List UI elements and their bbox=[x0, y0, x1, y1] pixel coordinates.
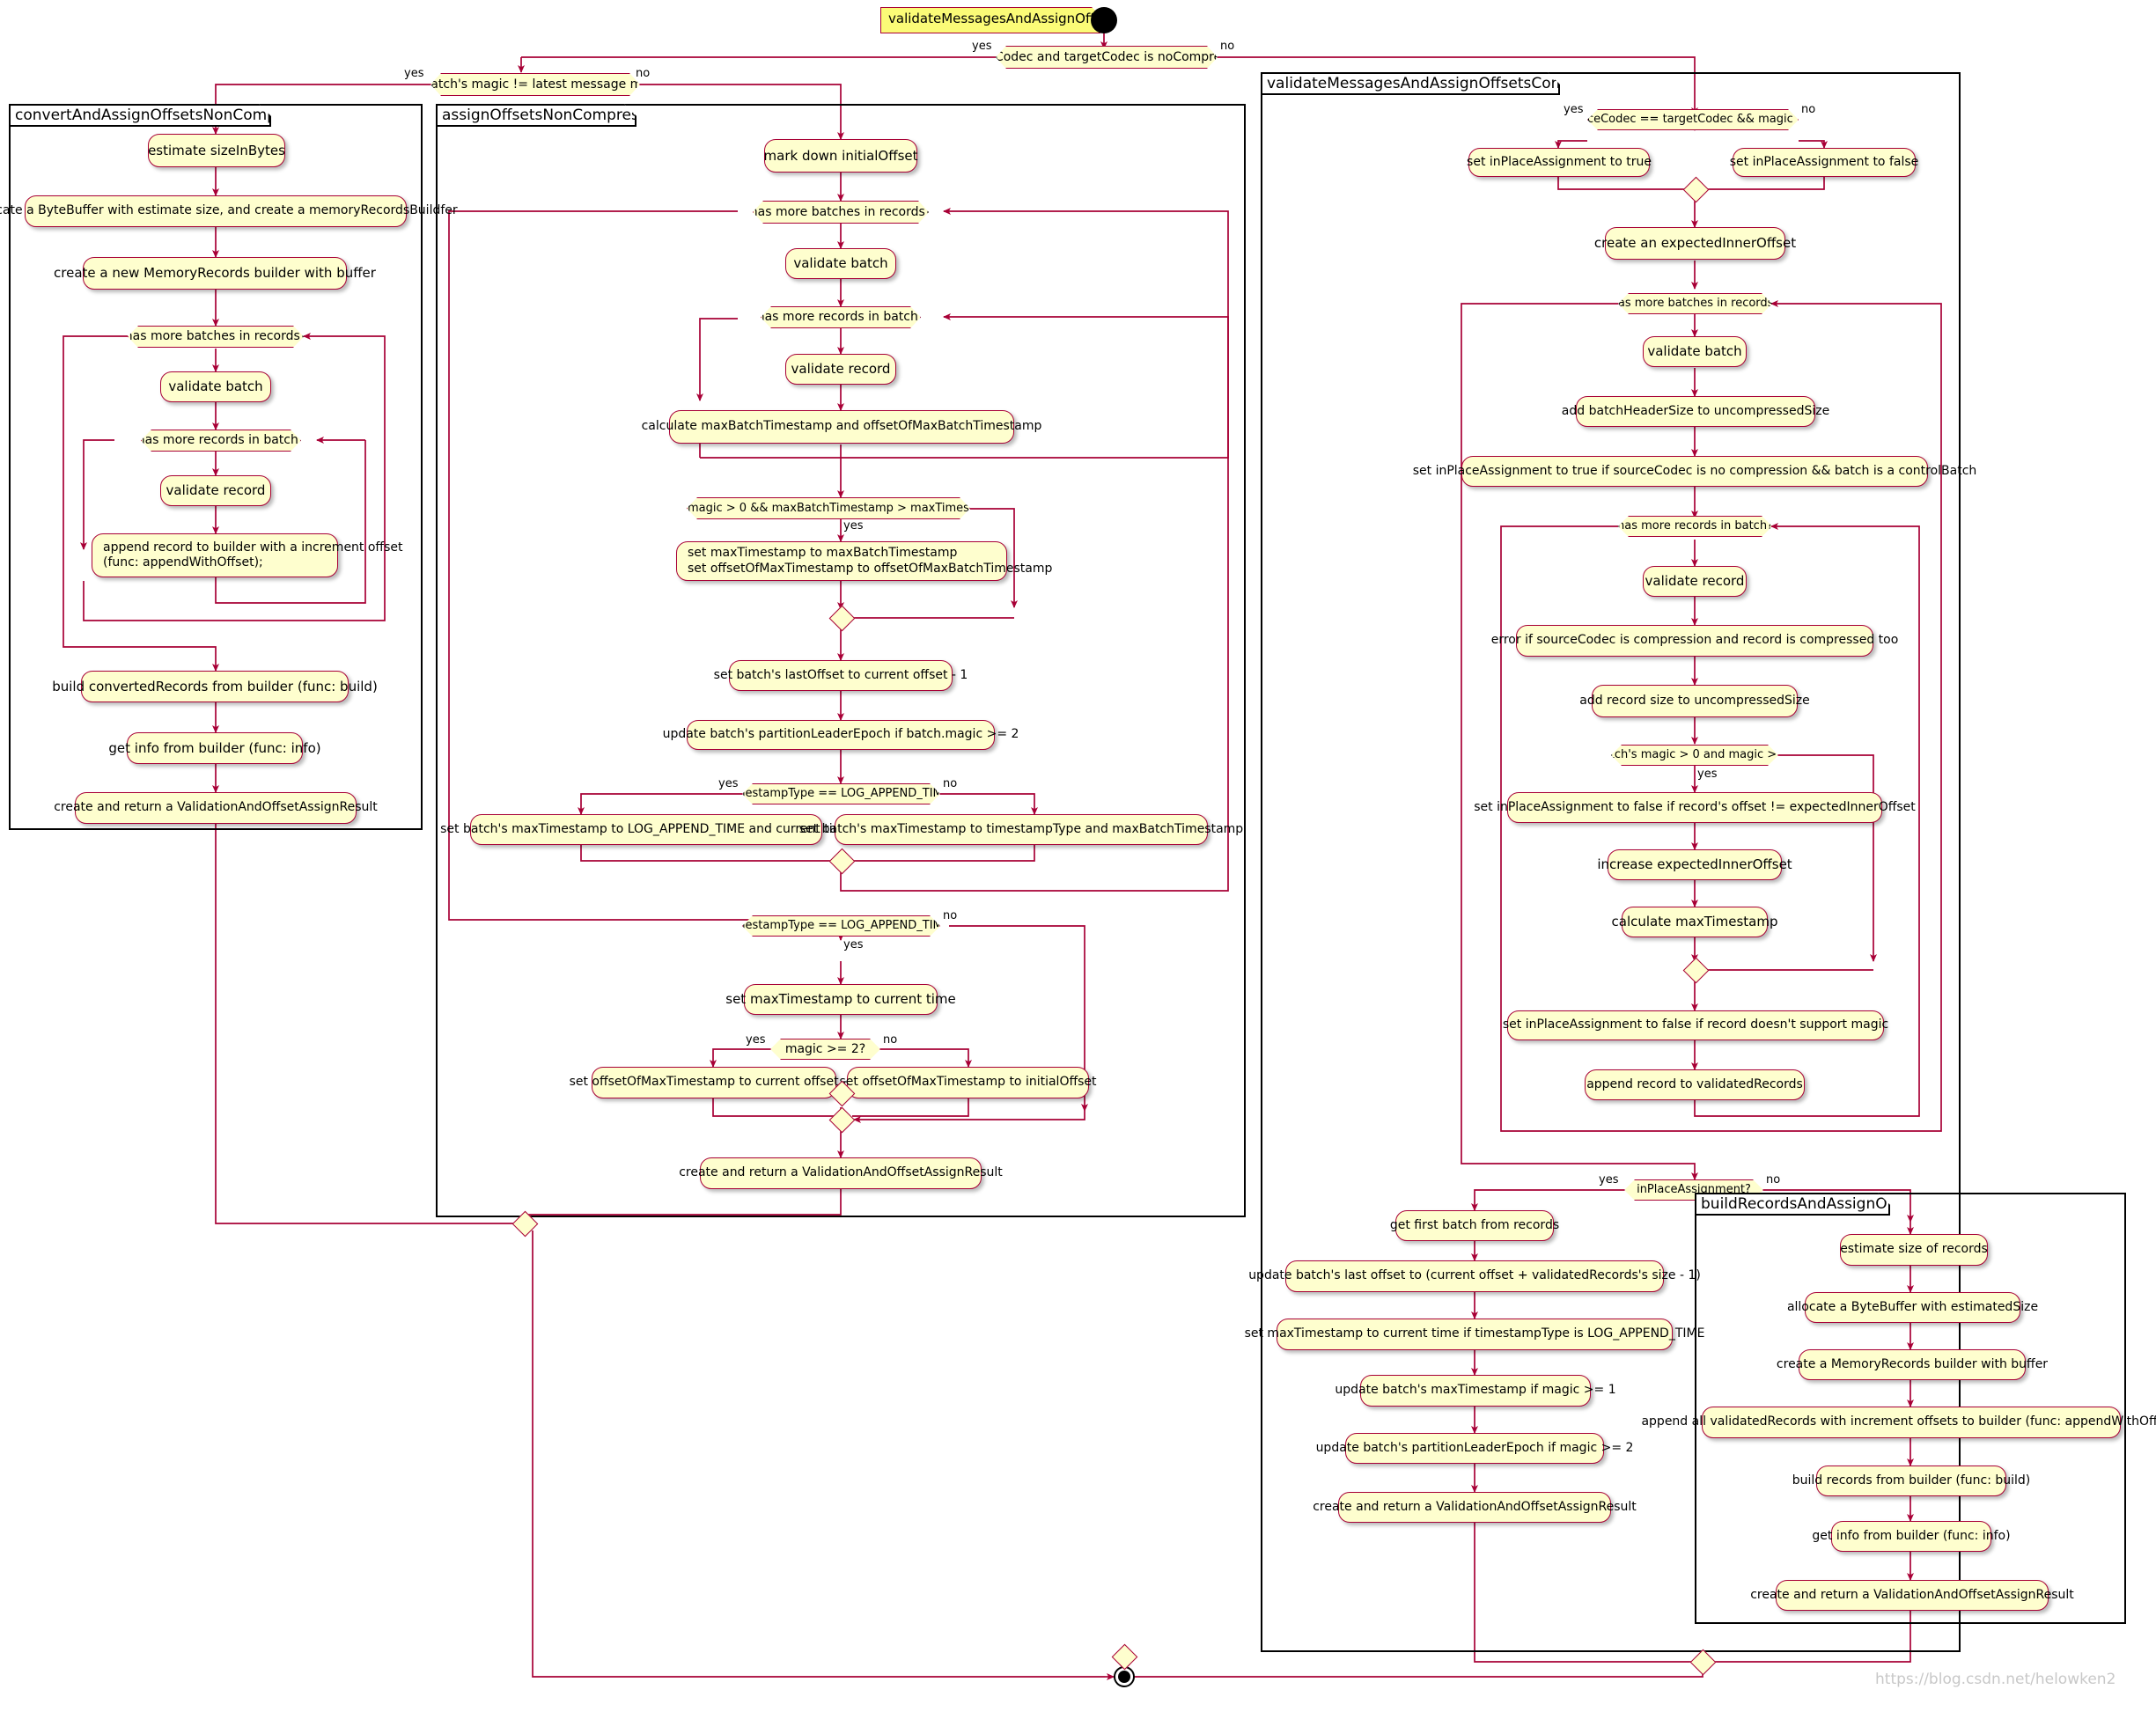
node-build-records: build records from builder (func: build) bbox=[1792, 1466, 2030, 1496]
node-estimate-sizeinbytes: estimate sizeInBytes bbox=[148, 134, 285, 167]
node-error-sourcecodec-compression: error if sourceCodec is compression and … bbox=[1491, 625, 1898, 657]
decision-has-more-records-assign: has more records in batch? bbox=[761, 306, 921, 328]
partition-build-label-box: buildRecordsAndAssignOffset bbox=[1695, 1193, 1890, 1216]
label-ts2-no: no bbox=[943, 909, 958, 922]
label-ts1-no: no bbox=[943, 777, 958, 790]
node-update-batch-epoch: update batch's partitionLeaderEpoch if m… bbox=[1316, 1433, 1633, 1464]
decision-has-more-batches-compressed: has more batches in records? bbox=[1618, 293, 1772, 314]
label-magic-no: no bbox=[636, 67, 651, 80]
decision-batch-magic: any batch's magic != latest message magi… bbox=[430, 73, 640, 96]
node-set-batch-lastoffset: set batch's lastOffset to current offset… bbox=[714, 660, 968, 691]
node-validate-record-assign: validate record bbox=[785, 354, 896, 385]
label-ts1-yes: yes bbox=[718, 777, 739, 790]
label-srccodec-no: no bbox=[1801, 103, 1816, 116]
node-set-inplace-false-offset: set inPlaceAssignment to false if record… bbox=[1474, 792, 1916, 823]
node-calculate-maxtimestamp: calculate maxTimestamp bbox=[1612, 907, 1778, 937]
decision-batchs-magic: batch's magic > 0 and magic > 0? bbox=[1611, 745, 1778, 766]
label-batchmagic-yes: yes bbox=[843, 519, 864, 533]
node-get-info-builder-convert: get info from builder (func: info) bbox=[108, 732, 321, 764]
node-get-info-builder-build: get info from builder (func: info) bbox=[1812, 1521, 2011, 1552]
start-node bbox=[1091, 7, 1117, 33]
node-create-memoryrecords-builder: create a new MemoryRecords builder with … bbox=[54, 257, 376, 290]
node-update-batch-maxts: update batch's maxTimestamp if magic >= … bbox=[1335, 1375, 1616, 1407]
decision-has-more-records-compressed: has more records in batch? bbox=[1618, 516, 1772, 537]
label-codec-no: no bbox=[1220, 40, 1235, 53]
watermark: https://blog.csdn.net/helowken2 bbox=[1875, 1671, 2116, 1688]
node-set-offsetofmaxts-initial: set offsetOfMaxTimestamp to initialOffse… bbox=[840, 1067, 1097, 1098]
merge-diamond-final bbox=[1111, 1643, 1138, 1671]
node-update-last-offset: update batch's last offset to (current o… bbox=[1248, 1260, 1701, 1292]
node-allocate-bytebuffer-estimated: allocate a ByteBuffer with estimatedSize bbox=[1787, 1292, 2038, 1323]
node-set-inplace-false-magic: set inPlaceAssignment to false if record… bbox=[1503, 1010, 1888, 1040]
node-set-inplace-true: set inPlaceAssignment to true bbox=[1467, 148, 1652, 177]
node-get-first-batch: get first batch from records bbox=[1390, 1210, 1559, 1241]
decision-has-more-batches-assign: has more batches in records? bbox=[753, 201, 929, 224]
node-set-inplace-false: set inPlaceAssignment to false bbox=[1730, 148, 1918, 177]
node-validate-record-compressed: validate record bbox=[1643, 566, 1747, 597]
node-update-partitionleaderepoch: update batch's partitionLeaderEpoch if b… bbox=[663, 720, 1019, 750]
node-create-memoryrecords-builder-build: create a MemoryRecords builder with buff… bbox=[1777, 1349, 2048, 1380]
node-allocate-bytebuffer: allocate a ByteBuffer with estimate size… bbox=[0, 195, 458, 227]
node-append-record-builder: append record to builder with a incremen… bbox=[92, 533, 402, 577]
decision-magic-ge2: magic >= 2? bbox=[770, 1039, 880, 1060]
decision-timestamptype-1: timestampType == LOG_APPEND_TIME? bbox=[742, 783, 940, 804]
node-append-record-validated: append record to validatedRecords bbox=[1585, 1069, 1805, 1100]
node-validate-record-convert: validate record bbox=[160, 475, 271, 506]
node-set-maxts-logappend: set maxTimestamp to current time if time… bbox=[1245, 1319, 1704, 1350]
decision-batch-magic-maxts: batch.magic > 0 && maxBatchTimestamp > m… bbox=[687, 497, 970, 519]
decision-source-target-codec: sourceCodec and targetCodec is noCompres… bbox=[996, 46, 1218, 69]
node-set-maxtimestamp-batch: set maxTimestamp to maxBatchTimestamp se… bbox=[676, 541, 1052, 581]
node-return-result-build: create and return a ValidationAndOffsetA… bbox=[1750, 1580, 2074, 1611]
label-magic-yes: yes bbox=[404, 67, 424, 80]
node-set-inplace-controlbatch: set inPlaceAssignment to true if sourceC… bbox=[1413, 456, 1976, 487]
node-calc-maxbatchtimestamp: calculate maxBatchTimestamp and offsetOf… bbox=[642, 410, 1041, 444]
label-inplace-no: no bbox=[1766, 1173, 1781, 1186]
title-note: validateMessagesAndAssignOffsets bbox=[880, 7, 1100, 33]
node-append-all-validatedrecords: append all validatedRecords with increme… bbox=[1641, 1407, 2156, 1438]
partition-assign-label-box: assignOffsetsNonCompressed bbox=[436, 104, 636, 127]
partition-compressed-label-box: validateMessagesAndAssignOffsetsCompress… bbox=[1261, 72, 1560, 95]
merge-diamond-compressed-3 bbox=[1689, 1649, 1717, 1676]
node-validate-batch-convert: validate batch bbox=[160, 371, 271, 402]
node-build-converted-records: build convertedRecords from builder (fun… bbox=[52, 671, 378, 702]
node-set-batch-maxts-type: set batch's maxTimestamp to timestampTyp… bbox=[799, 814, 1243, 845]
decision-timestamptype-2: timestampType == LOG_APPEND_TIME? bbox=[742, 915, 940, 937]
node-increase-expectedinneroffset: increase expectedInnerOffset bbox=[1597, 849, 1792, 880]
node-add-batchheadersize: add batchHeaderSize to uncompressedSize bbox=[1562, 396, 1829, 427]
decision-has-more-records-convert: has more records in batch? bbox=[141, 430, 301, 452]
decision-has-more-batches-convert: has more batches in records? bbox=[128, 326, 304, 348]
node-create-expectedinneroffset: create an expectedInnerOffset bbox=[1594, 227, 1796, 260]
label-inplace-yes: yes bbox=[1599, 1173, 1619, 1186]
node-validate-batch-compressed: validate batch bbox=[1643, 336, 1747, 367]
partition-convert-label-box: convertAndAssignOffsetsNonCompressed bbox=[9, 104, 271, 127]
label-magicge2-yes: yes bbox=[746, 1033, 766, 1047]
node-set-maxtimestamp-current: set maxTimestamp to current time bbox=[725, 984, 956, 1015]
label-magicge2-no: no bbox=[883, 1033, 898, 1047]
node-estimate-size-records: estimate size of records bbox=[1840, 1234, 1988, 1266]
label-codec-yes: yes bbox=[972, 40, 992, 53]
node-set-batch-maxts-logappend: set batch's maxTimestamp to LOG_APPEND_T… bbox=[440, 814, 852, 845]
decision-sourcecodec-targetcodec: sourceCodec == targetCodec && magic > 0? bbox=[1587, 109, 1799, 130]
node-set-offsetofmaxts-current: set offsetOfMaxTimestamp to current offs… bbox=[570, 1067, 858, 1098]
label-ts2-yes: yes bbox=[843, 938, 864, 951]
node-return-result-assign: create and return a ValidationAndOffsetA… bbox=[679, 1157, 1003, 1189]
label-srccodec-yes: yes bbox=[1564, 103, 1584, 116]
diagram-canvas: validateMessagesAndAssignOffsets sourceC… bbox=[0, 0, 2156, 1719]
node-return-result-compressed: create and return a ValidationAndOffsetA… bbox=[1313, 1492, 1637, 1523]
node-mark-initialoffset: mark down initialOffset bbox=[764, 139, 918, 173]
label-batchmagic2-yes: yes bbox=[1697, 768, 1718, 781]
node-return-result-convert: create and return a ValidationAndOffsetA… bbox=[54, 792, 378, 824]
node-validate-batch-assign: validate batch bbox=[785, 248, 896, 279]
node-add-record-size: add record size to uncompressedSize bbox=[1579, 685, 1810, 717]
